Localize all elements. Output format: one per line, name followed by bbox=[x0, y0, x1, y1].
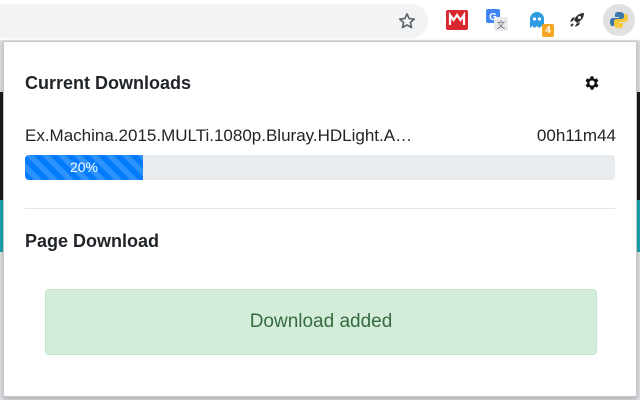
ghost-icon[interactable]: 4 bbox=[526, 9, 554, 37]
download-time-remaining: 00h11m44 bbox=[536, 126, 616, 145]
python-icon[interactable] bbox=[603, 4, 635, 36]
gear-icon[interactable] bbox=[581, 72, 603, 94]
rocket-icon[interactable] bbox=[566, 9, 588, 31]
svg-text:文: 文 bbox=[496, 19, 505, 30]
download-added-alert: Download added bbox=[45, 289, 597, 355]
download-progress-bar: 20% bbox=[25, 155, 143, 180]
extension-badge: 4 bbox=[542, 24, 554, 37]
browser-toolbar: G文 4 bbox=[0, 0, 640, 40]
mega-icon[interactable] bbox=[446, 9, 468, 31]
downloads-popup: Current Downloads Ex.Machina.2015.MULTi.… bbox=[3, 41, 637, 397]
address-bar[interactable] bbox=[0, 4, 428, 38]
section-divider bbox=[25, 208, 615, 209]
download-progress: 20% bbox=[25, 155, 615, 180]
download-filename: Ex.Machina.2015.MULTi.1080p.Bluray.HDLig… bbox=[25, 126, 413, 145]
bookmark-star-icon[interactable] bbox=[396, 10, 418, 32]
current-downloads-heading: Current Downloads bbox=[25, 73, 192, 93]
page-download-heading: Page Download bbox=[25, 231, 160, 251]
google-translate-icon[interactable]: G文 bbox=[486, 9, 508, 31]
